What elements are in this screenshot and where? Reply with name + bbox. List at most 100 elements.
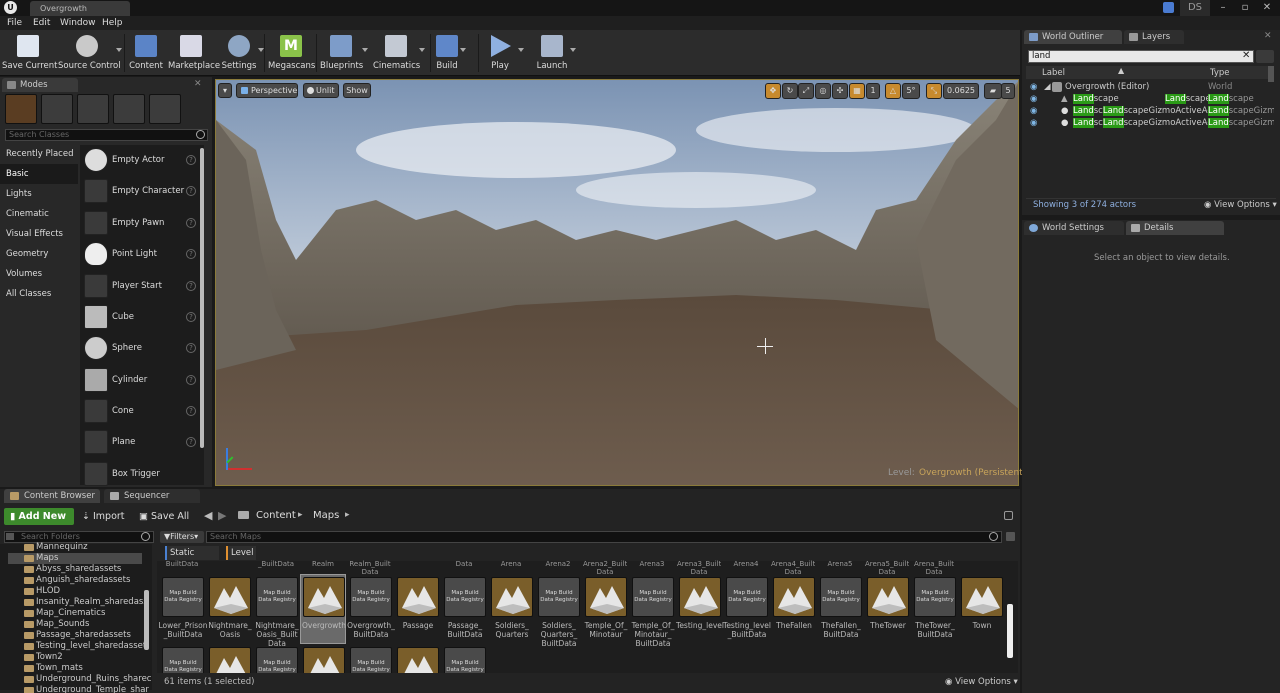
rotation-snap-value[interactable]: 5° (902, 83, 920, 99)
help-icon[interactable]: ? (186, 249, 196, 259)
visibility-eye-icon[interactable]: ◉ (1030, 106, 1037, 116)
column-label-header[interactable]: Label (1042, 68, 1065, 78)
place-item-sphere[interactable]: Sphere? (82, 334, 202, 364)
tab-details[interactable]: Details (1126, 221, 1224, 235)
user-badge[interactable]: DS (1180, 0, 1210, 16)
outliner-row-landscape[interactable]: Landscape (1073, 94, 1119, 104)
scale-snap-value[interactable]: 0.0625 (943, 83, 979, 99)
help-icon[interactable]: ? (186, 406, 196, 416)
document-tab[interactable]: Overgrowth (30, 1, 130, 16)
launch-button[interactable]: Launch (536, 30, 576, 76)
folder-item[interactable]: Testing_level_sharedasset (8, 641, 146, 652)
folder-item-selected[interactable]: Maps (8, 553, 142, 564)
notification-icon[interactable] (1163, 2, 1174, 13)
folder-item[interactable]: Underground_Temple_shar (8, 685, 149, 693)
outliner-search-input[interactable]: land (1028, 50, 1254, 63)
help-icon[interactable]: ? (186, 186, 196, 196)
breadcrumb-separator-icon[interactable]: ▸ (345, 510, 350, 520)
asset-tile[interactable]: Map Build Data Registry TheFallen_ BuiltD… (818, 575, 862, 643)
grid-snap-icon[interactable]: ▦ (849, 83, 865, 99)
asset-tile[interactable]: TheFallen (771, 575, 815, 643)
maximize-icon[interactable]: ▫ (1234, 0, 1256, 16)
category-all-classes[interactable]: All Classes (0, 284, 78, 304)
place-item-cylinder[interactable]: Cylinder? (82, 366, 202, 396)
marketplace-button[interactable]: Marketplace (168, 30, 220, 76)
breadcrumb-maps[interactable]: Maps (313, 510, 339, 521)
close-icon[interactable]: ✕ (1264, 31, 1272, 41)
world-space-icon[interactable]: ◎ (815, 83, 831, 99)
asset-tile[interactable]: Map Build Data Registry Soldiers_ Quarter… (536, 575, 580, 648)
visibility-eye-icon[interactable]: ◉ (1030, 118, 1037, 128)
place-item-cone[interactable]: Cone? (82, 397, 202, 427)
asset-tile[interactable]: Map Build Data Registry Nightmare_ Oasis_… (254, 575, 299, 648)
tab-layers[interactable]: Layers (1124, 30, 1184, 44)
content-view-options[interactable]: ◉ View Options ▾ (945, 677, 1018, 687)
add-new-button[interactable]: ▮ Add New ▾ (4, 508, 74, 539)
help-icon[interactable]: ? (186, 437, 196, 447)
expand-arrow-icon[interactable]: ◢ (1044, 82, 1051, 92)
lock-icon[interactable] (1004, 511, 1013, 520)
place-item-point-light[interactable]: Point Light? (82, 240, 202, 270)
help-icon[interactable]: ? (186, 281, 196, 291)
rotate-mode-icon[interactable]: ↻ (782, 83, 798, 99)
category-recently-placed[interactable]: Recently Placed (0, 144, 78, 164)
build-button[interactable]: Build (434, 30, 466, 76)
asset-tile[interactable]: Nightmare_ Oasis (207, 575, 252, 643)
landscape-mode-icon[interactable] (77, 94, 109, 124)
asset-tile[interactable]: Testing_level (676, 575, 724, 643)
close-icon[interactable]: ✕ (1256, 0, 1278, 16)
category-geometry[interactable]: Geometry (0, 244, 78, 264)
folder-item[interactable]: Mannequinz (8, 542, 88, 553)
place-item-player-start[interactable]: Player Start? (82, 272, 202, 302)
scale-snap-icon[interactable]: ⤡ (926, 83, 942, 99)
column-type-header[interactable]: Type (1210, 68, 1230, 78)
place-item-plane[interactable]: Plane? (82, 428, 202, 458)
tab-world-settings[interactable]: World Settings (1024, 221, 1124, 235)
folder-item[interactable]: Passage_sharedassets (8, 630, 131, 641)
visibility-eye-icon[interactable]: ◉ (1030, 94, 1037, 104)
folder-item[interactable]: Map_Sounds (8, 619, 89, 630)
grid-snap-value[interactable]: 1 (866, 83, 880, 99)
clear-search-icon[interactable]: ✕ (1242, 50, 1250, 61)
asset-tile[interactable]: Map Build Data Registry Lower_Prison _Bui… (158, 575, 208, 643)
search-classes-input[interactable]: Search Classes (5, 129, 208, 141)
menu-file[interactable]: File (7, 16, 22, 30)
save-all-button[interactable]: ▣ Save All (139, 508, 189, 525)
rotation-snap-icon[interactable]: △ (885, 83, 901, 99)
place-mode-icon[interactable] (5, 94, 37, 124)
asset-tile[interactable]: Passage (395, 575, 439, 643)
menu-window[interactable]: Window (60, 16, 96, 30)
paint-mode-icon[interactable] (41, 94, 73, 124)
perspective-button[interactable]: Perspective (236, 83, 298, 98)
view-mode-button[interactable]: Unlit (303, 83, 339, 98)
place-item-empty-actor[interactable]: Empty Actor? (82, 146, 202, 176)
category-visual-effects[interactable]: Visual Effects (0, 224, 78, 244)
asset-tile[interactable]: Soldiers_ Quarters (489, 575, 533, 643)
place-item-empty-pawn[interactable]: Empty Pawn? (82, 209, 202, 239)
folder-item[interactable]: Map_Cinematics (8, 608, 105, 619)
filters-button[interactable]: ▼Filters▾ (160, 531, 204, 543)
back-arrow-icon[interactable]: ◀ (204, 509, 212, 522)
outliner-options-icon[interactable] (1256, 50, 1274, 63)
asset-tile[interactable] (301, 645, 345, 673)
tab-content-browser[interactable]: Content Browser (4, 489, 100, 503)
search-maps-input[interactable]: Search Maps (206, 531, 1002, 543)
asset-tile[interactable]: Map Build Data Registry (442, 645, 486, 673)
help-icon[interactable]: ? (186, 155, 196, 165)
megascans-button[interactable]: M Megascans (268, 30, 315, 76)
category-volumes[interactable]: Volumes (0, 264, 78, 284)
source-control-button[interactable]: Source Control (58, 30, 122, 76)
asset-tile[interactable]: Map Build Data Registry Testing_level _Bu… (723, 575, 771, 643)
help-icon[interactable]: ? (186, 218, 196, 228)
help-icon[interactable]: ? (186, 375, 196, 385)
asset-tile[interactable] (207, 645, 251, 673)
asset-tile[interactable]: TheTower (865, 575, 909, 643)
outliner-view-options[interactable]: ◉ View Options ▾ (1204, 200, 1277, 210)
breadcrumb-separator-icon[interactable]: ▸ (298, 510, 303, 520)
foliage-mode-icon[interactable] (113, 94, 145, 124)
tab-world-outliner[interactable]: World Outliner (1024, 30, 1122, 44)
folder-item[interactable]: Abyss_sharedassets (8, 564, 121, 575)
camera-speed-icon[interactable]: ▰ (984, 83, 1002, 99)
filter-chip-static-mesh[interactable]: Static Mesh (165, 546, 219, 572)
close-icon[interactable]: ✕ (194, 79, 202, 89)
